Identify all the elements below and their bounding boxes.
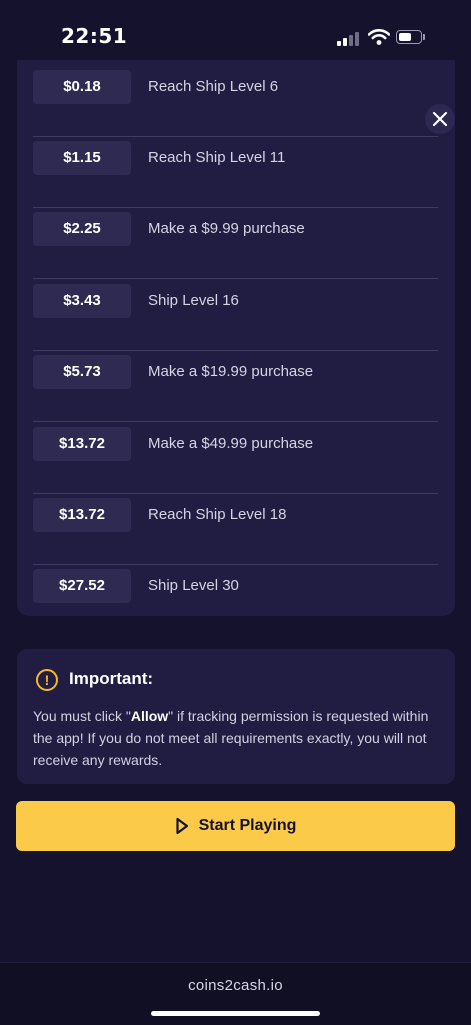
start-playing-button[interactable]: Start Playing [16, 801, 455, 851]
divider [33, 421, 438, 422]
reward-amount: $2.25 [33, 212, 131, 246]
reward-task: Make a $49.99 purchase [148, 435, 314, 452]
battery-icon [396, 30, 426, 45]
reward-row: $3.43 Ship Level 16 [33, 280, 438, 351]
allow-emphasis: Allow [130, 708, 169, 724]
warning-icon: ! [36, 669, 58, 691]
play-icon [175, 817, 188, 835]
reward-row: $0.18 Reach Ship Level 6 [33, 66, 438, 137]
home-indicator[interactable] [151, 1011, 320, 1016]
important-text: You must click "Allow" if tracking permi… [33, 708, 429, 768]
reward-amount: $0.18 [33, 70, 131, 104]
browser-bottom-bar: coins2cash.io [0, 962, 471, 1025]
reward-amount: $3.43 [33, 284, 131, 318]
rewards-list: $0.18 Reach Ship Level 6 $1.15 Reach Shi… [17, 60, 455, 616]
reward-row: $1.15 Reach Ship Level 11 [33, 137, 438, 208]
close-button[interactable] [425, 104, 455, 134]
reward-row: $13.72 Reach Ship Level 18 [33, 494, 438, 565]
reward-task: Reach Ship Level 11 [148, 149, 286, 166]
reward-amount: $1.15 [33, 141, 131, 175]
reward-row: $5.73 Make a $19.99 purchase [33, 351, 438, 422]
important-title: Important: [69, 669, 154, 688]
status-time: 22:51 [61, 24, 128, 48]
reward-task: Ship Level 30 [148, 577, 239, 594]
wifi-icon [367, 28, 391, 46]
reward-amount: $27.52 [33, 569, 131, 603]
important-notice: ! Important: You must click "Allow" if t… [17, 649, 455, 784]
close-icon [432, 111, 448, 127]
start-playing-label: Start Playing [198, 817, 297, 834]
reward-task: Make a $19.99 purchase [148, 363, 314, 380]
reward-amount: $13.72 [33, 427, 131, 461]
reward-amount: $5.73 [33, 355, 131, 389]
url-domain[interactable]: coins2cash.io [0, 977, 471, 994]
reward-task: Reach Ship Level 18 [148, 506, 287, 523]
reward-row: $27.52 Ship Level 30 [33, 565, 438, 636]
reward-task: Reach Ship Level 6 [148, 78, 279, 95]
cellular-signal-icon [337, 30, 361, 46]
reward-row: $2.25 Make a $9.99 purchase [33, 208, 438, 279]
reward-row: $13.72 Make a $49.99 purchase [33, 423, 438, 494]
reward-task: Make a $9.99 purchase [148, 220, 305, 237]
reward-task: Ship Level 16 [148, 292, 239, 309]
reward-amount: $13.72 [33, 498, 131, 532]
divider [33, 278, 438, 279]
